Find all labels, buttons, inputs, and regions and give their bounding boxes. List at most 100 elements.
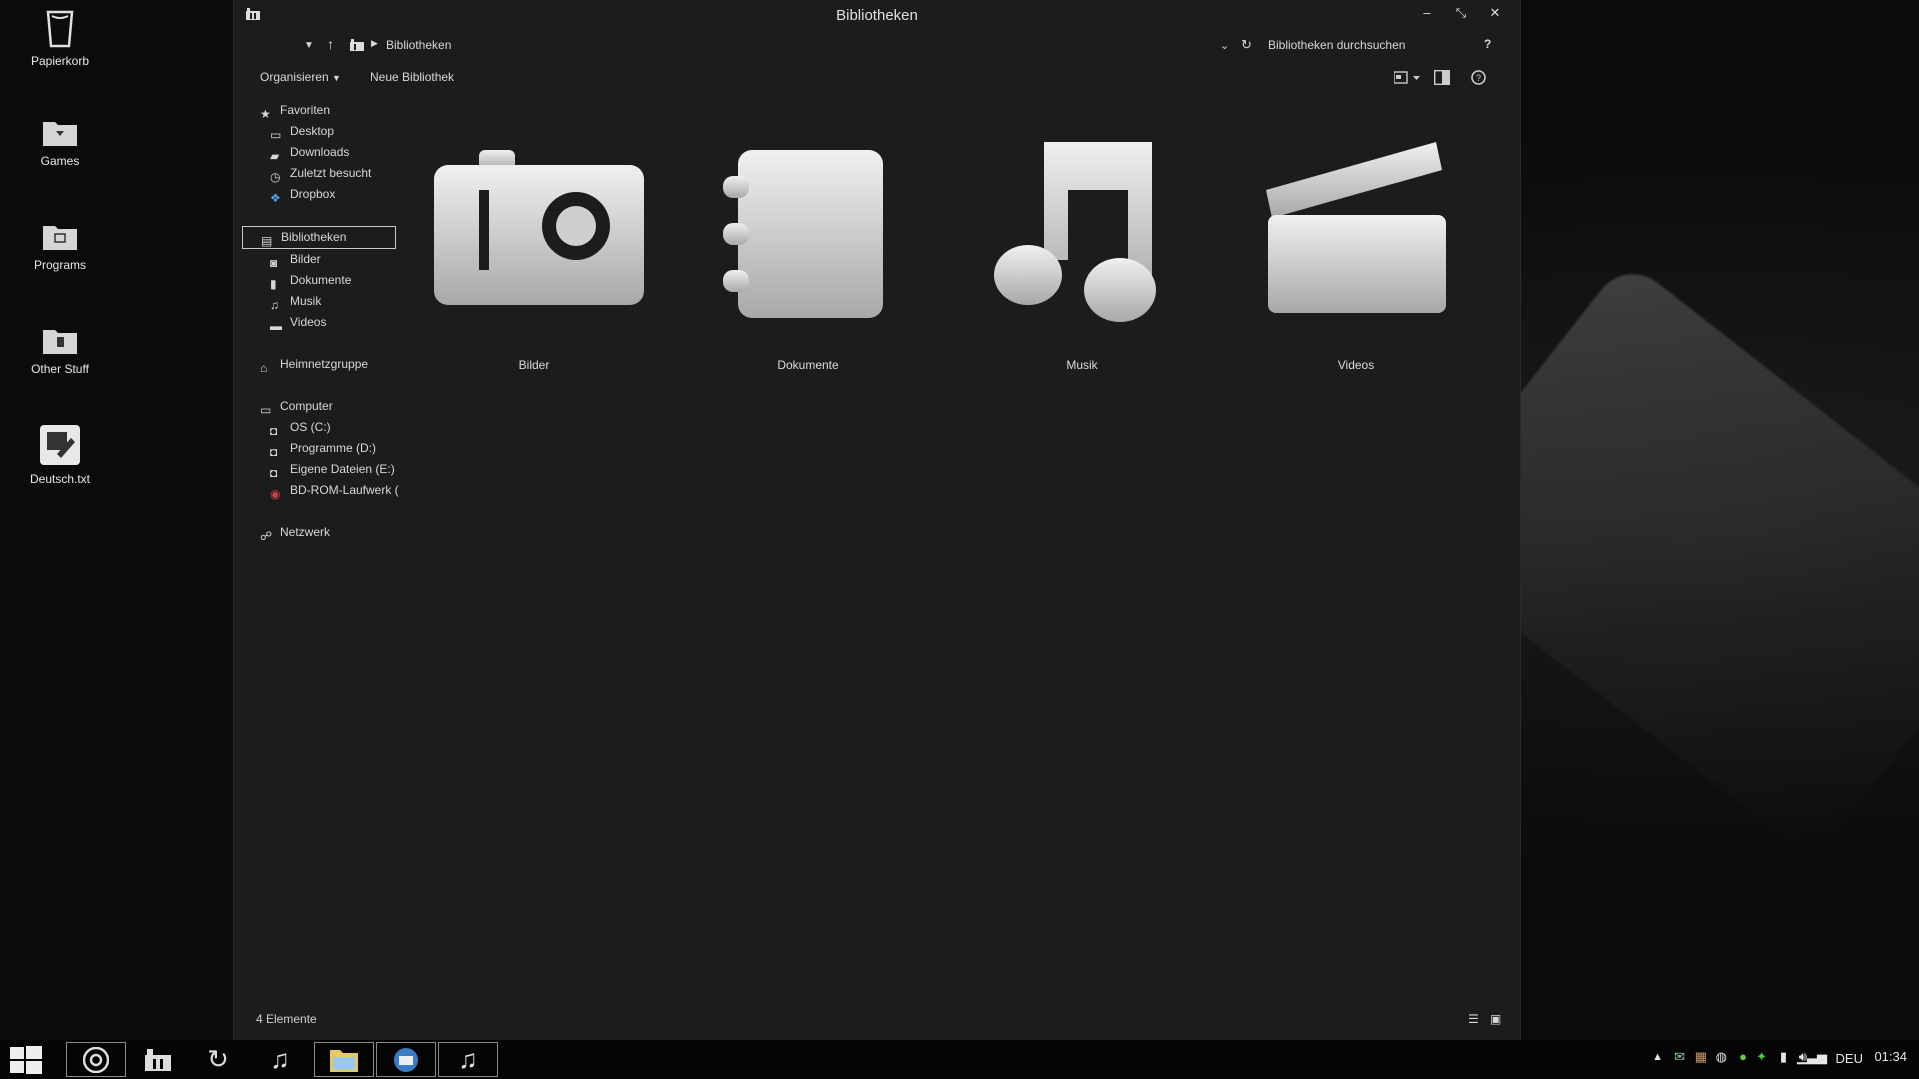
nav-item-recent[interactable]: ◷ Zuletzt besucht <box>242 163 402 184</box>
nav-label: Programme (D:) <box>290 441 377 455</box>
nav-item-drive-d[interactable]: ◘ Programme (D:) <box>242 438 402 459</box>
taskbar-chrome[interactable] <box>66 1042 126 1077</box>
usb-device-icon[interactable]: ▮ <box>1780 1049 1787 1065</box>
library-icon: ▤ <box>261 233 273 248</box>
folder-icon <box>43 226 77 250</box>
downloads-folder-icon: ▰ <box>270 148 280 163</box>
desktop-icon-games[interactable]: Games <box>10 118 110 168</box>
homegroup-icon: ⌂ <box>260 360 268 375</box>
music-note-icon: ♫ <box>458 1044 478 1074</box>
nav-label: Zuletzt besucht <box>290 166 372 180</box>
nav-item-pictures[interactable]: ◙ Bilder <box>242 249 402 270</box>
desktop-icon-other-stuff[interactable]: Other Stuff <box>10 326 110 376</box>
clock[interactable]: 01:34 <box>1874 1049 1907 1064</box>
app-tray-icon[interactable]: ▦ <box>1695 1049 1707 1065</box>
library-tile-videos[interactable]: Videos <box>1246 120 1466 372</box>
refresh-icon[interactable]: ↻ <box>1241 37 1252 53</box>
recycle-bin-icon <box>46 10 74 48</box>
close-button[interactable]: ✕ <box>1478 2 1512 24</box>
desktop-icon-label: Papierkorb <box>30 54 90 68</box>
nav-item-videos[interactable]: ▬ Videos <box>242 312 402 333</box>
notebook-icon <box>723 150 883 318</box>
nav-computer[interactable]: ▭ Computer <box>242 396 402 417</box>
organize-button[interactable]: Organisieren ▼ <box>260 70 341 84</box>
taskbar-thunderbird[interactable] <box>376 1042 436 1077</box>
navigation-pane: ★ Favoriten ▭ Desktop ▰ Downloads ◷ Zuletzt … <box>242 100 402 543</box>
library-tile-pictures[interactable]: Bilder <box>424 120 644 372</box>
minimize-button[interactable]: – <box>1410 2 1444 24</box>
taskbar-music-window[interactable]: ♫ <box>438 1042 498 1077</box>
maximize-button[interactable]: ⤡ <box>1444 2 1478 24</box>
nav-item-bd-rom[interactable]: ◉ BD-ROM-Laufwerk ( <box>242 480 402 501</box>
preview-pane-icon[interactable] <box>1434 70 1450 85</box>
network-signal-icon[interactable]: ▁▃▅ <box>1797 1049 1827 1065</box>
library-label: Musik <box>1066 358 1098 372</box>
taskbar-explorer[interactable] <box>128 1042 188 1077</box>
nav-item-drive-c[interactable]: ◘ OS (C:) <box>242 417 402 438</box>
mail-notify-icon[interactable]: ✉ <box>1674 1049 1685 1065</box>
nav-label: Heimnetzgruppe <box>280 357 369 371</box>
chevron-down-icon[interactable]: ▼ <box>304 40 314 51</box>
mail-client-icon <box>394 1047 418 1072</box>
music-note-icon: ♫ <box>270 297 279 312</box>
steam-icon[interactable]: ◍ <box>1716 1049 1727 1065</box>
nav-label: Downloads <box>290 145 350 159</box>
nav-item-documents[interactable]: ▮ Dokumente <box>242 270 402 291</box>
language-indicator[interactable]: DEU <box>1836 1051 1863 1066</box>
dropbox-icon: ❖ <box>270 190 281 205</box>
nav-label: Favoriten <box>280 103 331 117</box>
start-button[interactable] <box>0 1042 52 1077</box>
nav-item-dropbox[interactable]: ❖ Dropbox <box>242 184 402 205</box>
show-hidden-icons-icon[interactable]: ▲ <box>1652 1051 1663 1063</box>
library-tile-music[interactable]: Musik <box>972 120 1192 372</box>
search-input[interactable]: Bibliotheken durchsuchen <box>1268 38 1405 52</box>
chevron-down-icon[interactable]: ⌄ <box>1220 39 1229 52</box>
svg-text:?: ? <box>1476 73 1481 83</box>
nav-label: Computer <box>280 399 333 413</box>
desktop-icon-deutsch-txt[interactable]: Deutsch.txt <box>10 424 110 486</box>
desktop-icon-label: Other Stuff <box>31 362 89 376</box>
folder-icon <box>330 1049 358 1072</box>
nav-label: OS (C:) <box>290 420 331 434</box>
nav-label: Netzwerk <box>280 525 331 539</box>
help-icon[interactable]: ? <box>1471 70 1486 85</box>
nav-libraries[interactable]: ▤ Bibliotheken <box>242 226 396 249</box>
nvidia-icon[interactable]: ✦ <box>1756 1049 1767 1065</box>
nav-network[interactable]: ☍ Netzwerk <box>242 522 402 543</box>
taskbar-sync-app[interactable]: ↻ <box>188 1042 248 1077</box>
details-view-icon[interactable]: ☰ <box>1468 1012 1479 1026</box>
drive-icon: ◘ <box>270 444 278 459</box>
nav-homegroup[interactable]: ⌂ Heimnetzgruppe <box>242 354 402 375</box>
chevron-down-icon: ▼ <box>332 73 341 83</box>
nav-item-downloads[interactable]: ▰ Downloads <box>242 142 402 163</box>
nav-item-desktop[interactable]: ▭ Desktop <box>242 121 402 142</box>
nav-label: Dropbox <box>290 187 336 201</box>
nav-item-music[interactable]: ♫ Musik <box>242 291 402 312</box>
library-icon <box>350 39 364 51</box>
library-label: Videos <box>1337 358 1375 372</box>
title-bar[interactable]: Bibliotheken – ⤡ ✕ <box>234 0 1520 30</box>
taskbar-explorer-window[interactable] <box>314 1042 374 1077</box>
breadcrumb[interactable]: Bibliotheken <box>386 38 451 52</box>
view-options-icon[interactable] <box>1394 71 1422 85</box>
nav-label: Videos <box>290 315 327 329</box>
music-note-icon: ♫ <box>270 1044 290 1074</box>
address-bar: ▼ ↑ ▶ Bibliotheken ⌄ ↻ Bibliotheken durc… <box>234 36 1520 58</box>
nav-favorites[interactable]: ★ Favoriten <box>242 100 402 121</box>
nav-label: Eigene Dateien (E:) <box>290 462 395 476</box>
library-tile-documents[interactable]: Dokumente <box>698 120 918 372</box>
desktop-icon-programs[interactable]: Programs <box>10 222 110 272</box>
command-bar: Organisieren ▼ Neue Bibliothek ? <box>234 68 1520 90</box>
up-arrow-icon[interactable]: ↑ <box>327 36 334 52</box>
taskbar-music-app[interactable]: ♫ <box>250 1042 310 1077</box>
large-icons-view-icon[interactable]: ▣ <box>1490 1012 1501 1026</box>
new-library-button[interactable]: Neue Bibliothek <box>370 70 454 84</box>
desktop-icon-recycle-bin[interactable]: Papierkorb <box>10 8 110 68</box>
window-title: Bibliotheken <box>836 7 918 24</box>
nav-item-drive-e[interactable]: ◘ Eigene Dateien (E:) <box>242 459 402 480</box>
recent-places-icon: ◷ <box>270 169 281 184</box>
library-label: Dokumente <box>777 358 839 372</box>
security-icon[interactable]: ● <box>1739 1049 1747 1064</box>
help-button[interactable]: ? <box>1484 37 1491 51</box>
nav-label: Bilder <box>290 252 321 266</box>
